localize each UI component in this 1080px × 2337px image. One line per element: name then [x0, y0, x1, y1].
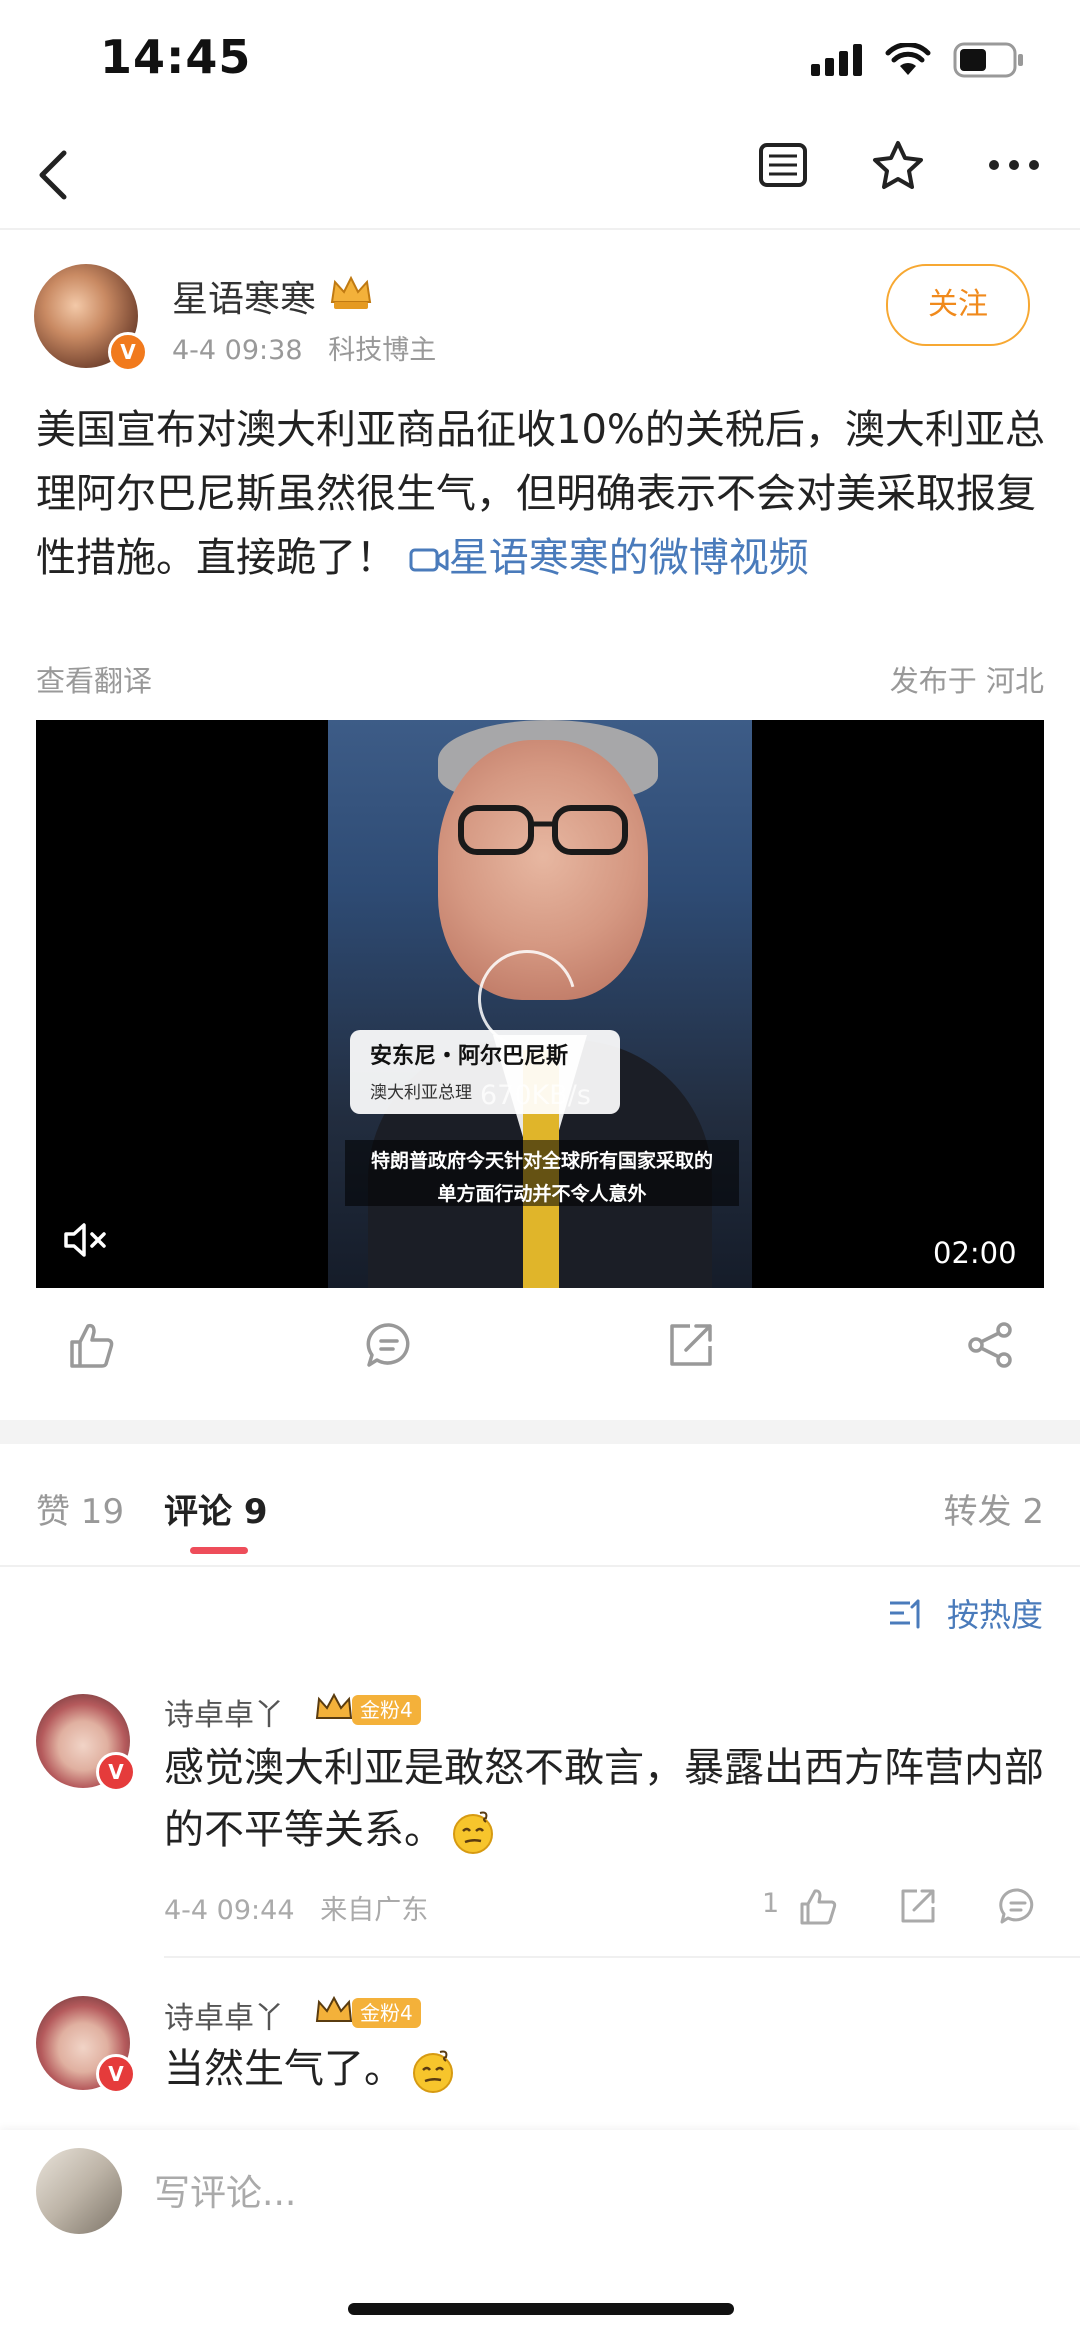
post-action-bar — [0, 1320, 1080, 1390]
crown-icon — [315, 1692, 353, 1719]
tab-reposts[interactable]: 转发 2 — [944, 1484, 1044, 1533]
comment-divider — [164, 1956, 1080, 1958]
video-link-icon — [409, 548, 449, 572]
comment-like-icon[interactable] — [798, 1886, 838, 1926]
video-link[interactable]: 星语寒寒的微博视频 — [409, 535, 809, 581]
comment-verified-badge: V — [96, 2054, 136, 2094]
comment-verified-badge: V — [96, 1752, 136, 1792]
video-subtitle: 特朗普政府今天针对全球所有国家采取的 单方面行动并不令人意外 — [345, 1140, 739, 1206]
sort-icon[interactable] — [888, 1597, 926, 1631]
buffer-speed: 670KB/s — [480, 1080, 591, 1111]
video-duration: 02:00 — [933, 1236, 1017, 1270]
tabs-divider — [0, 1565, 1080, 1567]
like-icon[interactable] — [66, 1320, 116, 1370]
dizzy-face-emoji-icon — [413, 2050, 453, 2093]
comment-text-body: 当然生气了。 — [164, 2046, 404, 2092]
comment-text: 当然生气了。 — [164, 2038, 1044, 2100]
chevron-left-icon — [39, 150, 67, 200]
tab-active-indicator — [190, 1547, 248, 1554]
comment-reply-icon[interactable] — [998, 1886, 1038, 1926]
video-link-label: 星语寒寒的微博视频 — [448, 535, 809, 581]
comment-input-bar: 写评论... — [0, 2130, 1080, 2337]
nav-divider — [0, 228, 1080, 230]
crown-icon — [330, 275, 372, 309]
author-tag: 科技博主 — [328, 335, 437, 366]
nav-actions — [758, 140, 1040, 190]
comment-from: 来自广东 — [320, 1895, 429, 1926]
comment-forward-icon[interactable] — [898, 1886, 938, 1926]
subtitle-line-1: 特朗普政府今天针对全球所有国家采取的 — [370, 1150, 713, 1172]
post-time: 4-4 09:38 — [172, 335, 303, 366]
comment-username[interactable]: 诗卓卓丫 — [164, 1993, 284, 2037]
home-indicator — [348, 2303, 734, 2315]
comment-text-body: 感觉澳大利亚是敢怒不敢言，暴露出西方阵营内部的不平等关系。 — [164, 1745, 1044, 1853]
comment-input[interactable]: 写评论... — [154, 2164, 296, 2216]
battery-icon — [953, 42, 1023, 78]
video-figure-glasses — [458, 805, 628, 855]
subtitle-line-2: 单方面行动并不令人意外 — [437, 1183, 647, 1205]
mute-icon[interactable] — [62, 1220, 110, 1260]
follow-button[interactable]: 关注 — [886, 264, 1030, 346]
article-icon[interactable] — [758, 142, 808, 188]
share-icon[interactable] — [966, 1320, 1016, 1370]
section-divider — [0, 1420, 1080, 1444]
star-icon[interactable] — [872, 140, 924, 190]
status-icons — [811, 40, 1025, 80]
comment-text: 感觉澳大利亚是敢怒不敢言，暴露出西方阵营内部的不平等关系。 — [164, 1737, 1044, 1861]
name-card-name: 安东尼・阿尔巴尼斯 — [370, 1044, 569, 1069]
status-time: 14:45 — [100, 30, 252, 84]
comment-icon[interactable] — [364, 1320, 414, 1370]
post-text: 美国宣布对澳大利亚商品征收10%的关税后，澳大利亚总理阿尔巴尼斯虽然很生气，但明… — [36, 398, 1046, 590]
my-avatar[interactable] — [36, 2148, 122, 2234]
crown-icon — [315, 1995, 353, 2022]
author-name[interactable]: 星语寒寒 — [172, 270, 316, 322]
name-card-title: 澳大利亚总理 — [370, 1083, 472, 1103]
comment-like-count: 1 — [762, 1888, 780, 1919]
tab-likes[interactable]: 赞 19 — [36, 1484, 124, 1533]
back-button[interactable] — [30, 145, 80, 205]
tab-comments[interactable]: 评论 9 — [164, 1484, 268, 1533]
wifi-icon — [885, 43, 931, 75]
comment-meta: 4-4 09:44 来自广东 — [164, 1888, 428, 1927]
comment-username[interactable]: 诗卓卓丫 — [164, 1690, 284, 1734]
dizzy-face-emoji-icon — [453, 1811, 493, 1854]
forward-icon[interactable] — [666, 1320, 716, 1370]
post-location: 发布于 河北 — [889, 664, 1044, 698]
fan-badge: 金粉4 — [352, 1998, 421, 2028]
more-icon[interactable] — [988, 159, 1040, 171]
signal-icon — [811, 44, 862, 76]
translate-link[interactable]: 查看翻译 — [36, 658, 152, 700]
comment-time: 4-4 09:44 — [164, 1895, 295, 1926]
fan-badge: 金粉4 — [352, 1695, 421, 1725]
sort-by-hot[interactable]: 按热度 — [947, 1590, 1043, 1636]
post-meta: 4-4 09:38 科技博主 — [172, 328, 436, 367]
verified-badge: V — [108, 332, 148, 372]
